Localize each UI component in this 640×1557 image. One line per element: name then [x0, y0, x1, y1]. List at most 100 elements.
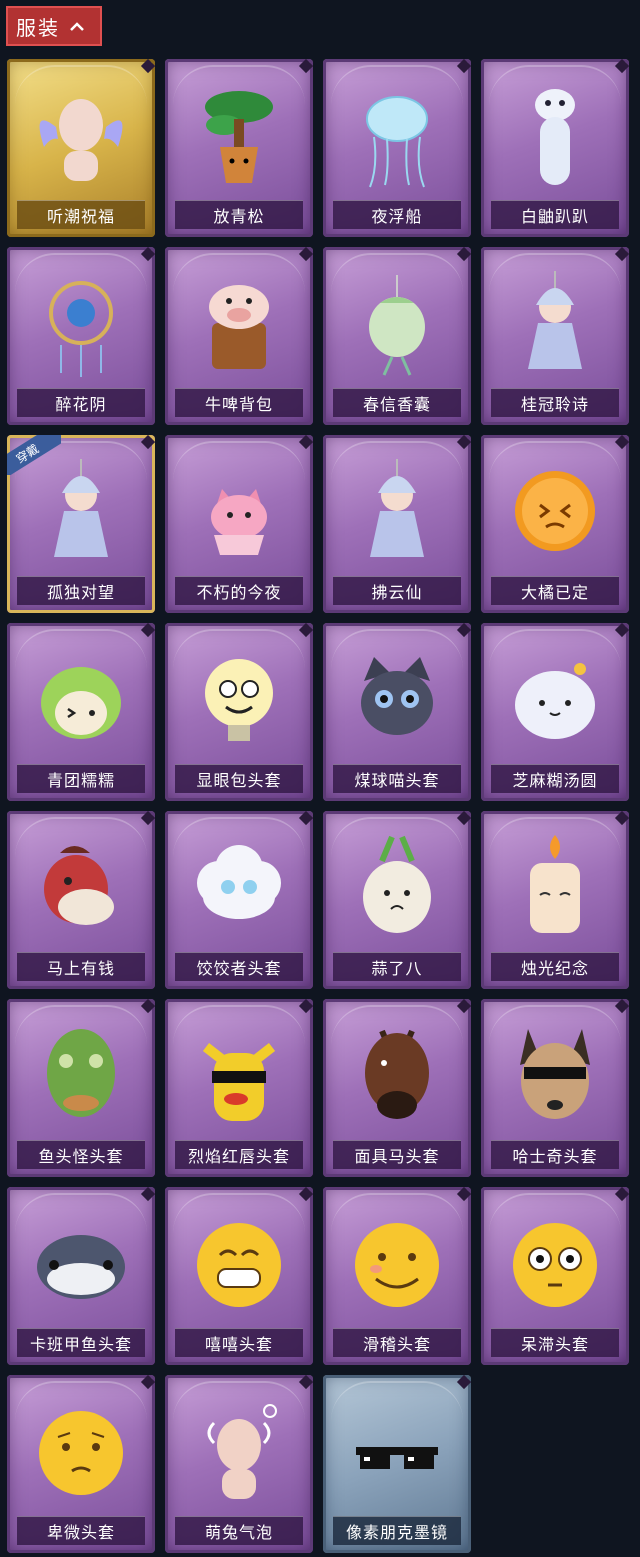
card-name-bar: 青团糯糯: [17, 764, 145, 793]
card-name-bar: 牛啤背包: [175, 388, 303, 417]
ferret-icon: [535, 89, 575, 185]
card-corner: [298, 59, 313, 74]
card-corner: [456, 1187, 471, 1202]
fish-mask-icon: [47, 1029, 115, 1117]
card-name-bar: 桂冠聆诗: [491, 388, 619, 417]
husky-mask-icon: [520, 1029, 590, 1119]
card-corner: [298, 999, 313, 1014]
costume-card[interactable]: 蒜了八: [323, 811, 471, 989]
costume-card[interactable]: 醉花阴: [7, 247, 155, 425]
dazed-emoji-icon: [513, 1223, 597, 1307]
horse-mask-icon: [365, 1029, 429, 1119]
equipped-badge-label: 穿戴: [13, 441, 42, 466]
costume-card[interactable]: 牛啤背包: [165, 247, 313, 425]
costume-name: 桂冠聆诗: [520, 395, 589, 414]
pixel-sunglasses-icon: [356, 1447, 438, 1469]
grin-emoji-icon: [197, 1223, 281, 1307]
card-name-bar: 嘻嘻头套: [175, 1328, 303, 1357]
costume-card[interactable]: 萌兔气泡: [165, 1375, 313, 1553]
costume-card[interactable]: 嘻嘻头套: [165, 1187, 313, 1365]
costume-name: 蒜了八: [371, 959, 423, 978]
card-name-bar: 芝麻糊汤圆: [491, 764, 619, 793]
dreamcatcher-icon: [49, 281, 113, 377]
card-corner: [456, 623, 471, 638]
lightbulb-head-icon: [205, 659, 273, 741]
costume-card[interactable]: 煤球喵头套: [323, 623, 471, 801]
costume-card[interactable]: 放青松: [165, 59, 313, 237]
smirk-emoji-icon: [355, 1223, 439, 1307]
card-name-bar: 像素朋克墨镜: [333, 1516, 461, 1545]
card-corner: [614, 999, 629, 1014]
costume-name: 夜浮船: [371, 207, 423, 226]
costume-card[interactable]: 鱼头怪头套: [7, 999, 155, 1177]
red-horse-head-icon: [44, 846, 114, 925]
costume-name: 萌兔气泡: [204, 1523, 273, 1542]
costume-card[interactable]: 烈焰红唇头套: [165, 999, 313, 1177]
costume-name: 醉花阴: [55, 395, 107, 414]
card-name-bar: 孤独对望: [17, 576, 145, 605]
costume-card[interactable]: 呆滞头套: [481, 1187, 629, 1365]
card-corner: [140, 623, 155, 638]
card-name-bar: 呆滞头套: [491, 1328, 619, 1357]
costume-card[interactable]: 显眼包头套: [165, 623, 313, 801]
costume-name: 不朽的今夜: [196, 583, 282, 602]
card-name-bar: 烈焰红唇头套: [175, 1140, 303, 1169]
card-corner: [298, 247, 313, 262]
costume-card[interactable]: 夜浮船: [323, 59, 471, 237]
equipped-badge: 穿戴: [7, 435, 61, 475]
costume-name: 嘻嘻头套: [204, 1335, 273, 1354]
card-corner: [456, 999, 471, 1014]
dumpling-head-icon: [515, 663, 595, 739]
costume-card[interactable]: 听潮祝福: [7, 59, 155, 237]
card-corner: [456, 59, 471, 74]
costume-card[interactable]: 青团糯糯: [7, 623, 155, 801]
bunny-bubble-icon: [207, 1404, 277, 1499]
candle-head-icon: [530, 835, 580, 933]
costume-card[interactable]: 卡班甲鱼头套: [7, 1187, 155, 1365]
costume-card[interactable]: 面具马头套: [323, 999, 471, 1177]
card-corner: [614, 59, 629, 74]
card-name-bar: 白鼬趴趴: [491, 200, 619, 229]
costume-name: 像素朋克墨镜: [345, 1523, 448, 1542]
card-name-bar: 马上有钱: [17, 952, 145, 981]
card-name-bar: 烛光纪念: [491, 952, 619, 981]
costume-name: 听潮祝福: [46, 207, 115, 226]
costume-card[interactable]: 春信香囊: [323, 247, 471, 425]
costume-card[interactable]: 哈士奇头套: [481, 999, 629, 1177]
costume-card[interactable]: 像素朋克墨镜: [323, 1375, 471, 1553]
costume-card[interactable]: 桂冠聆诗: [481, 247, 629, 425]
costume-card[interactable]: 不朽的今夜: [165, 435, 313, 613]
costume-card[interactable]: 烛光纪念: [481, 811, 629, 989]
card-name-bar: 显眼包头套: [175, 764, 303, 793]
card-corner: [614, 1187, 629, 1202]
costume-name: 青团糯糯: [46, 771, 115, 790]
costume-card[interactable]: 孤独对望 穿戴: [7, 435, 155, 613]
garlic-head-icon: [363, 835, 431, 933]
costume-card[interactable]: 白鼬趴趴: [481, 59, 629, 237]
card-corner: [140, 59, 155, 74]
black-cat-head-icon: [361, 657, 433, 735]
costume-card[interactable]: 饺饺者头套: [165, 811, 313, 989]
card-name-bar: 滑稽头套: [333, 1328, 461, 1357]
costume-name: 孤独对望: [46, 583, 115, 602]
card-corner: [614, 623, 629, 638]
jellyfish-icon: [366, 96, 428, 188]
costume-card[interactable]: 滑稽头套: [323, 1187, 471, 1365]
sachet-icon: [369, 275, 425, 376]
card-corner: [456, 247, 471, 262]
card-name-bar: 鱼头怪头套: [17, 1140, 145, 1169]
card-name-bar: 醉花阴: [17, 388, 145, 417]
costume-card[interactable]: 马上有钱: [7, 811, 155, 989]
costume-card[interactable]: 拂云仙: [323, 435, 471, 613]
costume-card[interactable]: 卑微头套: [7, 1375, 155, 1553]
costume-name: 面具马头套: [354, 1147, 440, 1166]
card-name-bar: 夜浮船: [333, 200, 461, 229]
costume-name: 放青松: [213, 207, 265, 226]
card-corner: [140, 1187, 155, 1202]
costume-card[interactable]: 芝麻糊汤圆: [481, 623, 629, 801]
card-corner: [140, 435, 155, 450]
costume-name: 芝麻糊汤圆: [512, 771, 598, 790]
fish-head-icon: [37, 1235, 125, 1299]
card-corner: [298, 435, 313, 450]
costume-card[interactable]: 大橘已定: [481, 435, 629, 613]
